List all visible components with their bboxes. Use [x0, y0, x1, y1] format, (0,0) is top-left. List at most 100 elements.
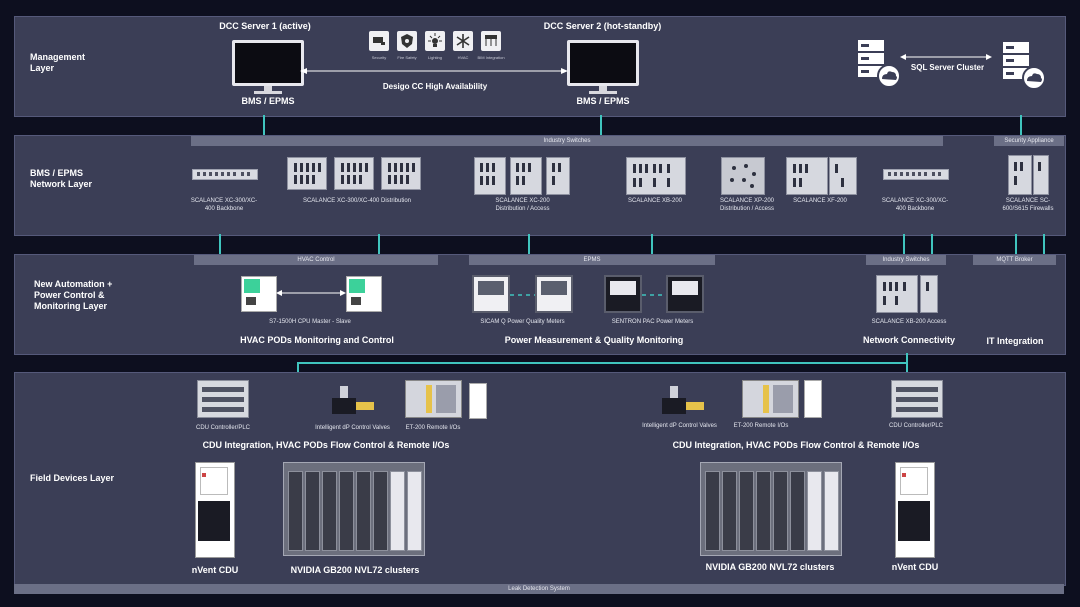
- et200-left-device: [405, 380, 462, 418]
- xc300-backbone-right-switch: [883, 169, 949, 180]
- cpu-master-device: [241, 276, 277, 312]
- sentron-link: [642, 294, 666, 296]
- valve-right-label: Intelligent dP Control Valves: [642, 423, 717, 429]
- server1-monitor: [232, 40, 304, 86]
- xb200-access-label: SCALANCE XB-200 Access: [871, 319, 947, 325]
- sentron-meter-1: [604, 275, 642, 313]
- xc300-distribution-switch-2: [334, 157, 374, 190]
- fire-safety-icon: [397, 31, 417, 51]
- connector-field-horizontal: [297, 362, 908, 364]
- sicam-meter-1: [472, 275, 510, 313]
- xf200-switch-2: [829, 157, 857, 195]
- cdu-integration-right-header: CDU Integration, HVAC PODs Flow Control …: [672, 440, 920, 450]
- cdu-controller-right-label: CDU Controller/PLC: [888, 423, 943, 429]
- connector-epms-left: [528, 234, 530, 254]
- industry-switches-bar: Industry Switches: [191, 136, 943, 146]
- cdu-controller-right: [891, 380, 943, 418]
- xb200-access-switch-1: [876, 275, 918, 313]
- xc200-label: SCALANCE XC-200 Distribution / Access: [495, 198, 550, 212]
- server1-monitor-base: [254, 91, 282, 94]
- et200-left-sensor: [469, 383, 487, 419]
- mqtt-broker-bar: MQTT Broker: [973, 255, 1056, 265]
- xb200-label: SCALANCE XB-200: [627, 198, 683, 204]
- sql-server-right-icon: [1003, 42, 1046, 90]
- bim-integration-caption: BIM Integration: [477, 55, 505, 60]
- power-measurement-header: Power Measurement & Quality Monitoring: [504, 335, 684, 345]
- sc600-firewall-2: [1033, 155, 1049, 195]
- et200-right-label: ET-200 Remote I/Os: [733, 423, 789, 429]
- xb200-switch: [626, 157, 686, 195]
- cpu-label: S7-1500H CPU Master - Slave: [269, 319, 351, 325]
- field-layer-title: Field Devices Layer: [30, 473, 115, 483]
- xf200-label: SCALANCE XF-200: [793, 198, 847, 204]
- nvidia-cluster-right: [700, 462, 842, 556]
- cdu-controller-left-label: CDU Controller/PLC: [195, 425, 250, 431]
- bim-integration-icon: [481, 31, 501, 51]
- valve-right-icon: [662, 386, 704, 414]
- sc600-firewall-1: [1008, 155, 1032, 195]
- cpu-slave-device: [346, 276, 382, 312]
- management-layer-title: Management Layer: [30, 52, 86, 73]
- nvidia-cluster-left: [283, 462, 425, 556]
- xb200-access-switch-2: [920, 275, 938, 313]
- nvent-cdu-right-label: nVent CDU: [891, 562, 939, 572]
- sql-label: SQL Server Cluster: [910, 63, 985, 72]
- server1-label: BMS / EPMS: [241, 96, 295, 106]
- leak-detection-bar: Leak Detection System: [14, 584, 1064, 594]
- valve-left-icon: [332, 386, 374, 414]
- xc300-distribution-switch-1: [287, 157, 327, 190]
- server2-label: BMS / EPMS: [576, 96, 630, 106]
- sicam-link: [510, 294, 535, 296]
- cdu-controller-left: [197, 380, 249, 418]
- connector-field-right: [906, 362, 908, 372]
- sicam-label: SICAM Q Power Quality Meters: [480, 319, 565, 325]
- sql-server-left-icon: [858, 40, 901, 88]
- automation-layer-title: New Automation + Power Control & Monitor…: [34, 279, 113, 311]
- connector-epms-right: [651, 234, 653, 254]
- nvidia-right-label: NVIDIA GB200 NVL72 clusters: [705, 562, 835, 572]
- security-appliance-bar: Security Appliance: [994, 136, 1064, 146]
- nvent-cdu-left: [195, 462, 235, 558]
- xc300-backbone-right-label: SCALANCE XC-300/XC-400 Backbone: [881, 198, 949, 212]
- epms-bar: EPMS: [469, 255, 715, 265]
- it-integration-header: IT Integration: [986, 336, 1044, 346]
- sentron-meter-2: [666, 275, 704, 313]
- xp200-label: SCALANCE XP-200 Distribution / Access: [719, 198, 775, 212]
- xf200-switch-1: [786, 157, 828, 195]
- xc300-distribution-switch-3: [381, 157, 421, 190]
- connector-mqtt-left: [1015, 234, 1017, 254]
- nvent-cdu-left-label: nVent CDU: [191, 565, 239, 575]
- sc600-label: SCALANCE SC-600/S615 Firewalls: [1002, 198, 1054, 212]
- security-icon: [369, 31, 389, 51]
- xc200-switch-1: [474, 157, 506, 195]
- valve-left-label: Intelligent dP Control Valves: [315, 425, 390, 431]
- server1-title: DCC Server 1 (active): [219, 21, 311, 31]
- connector-server2: [600, 115, 602, 135]
- nvent-cdu-right: [895, 462, 935, 558]
- ha-label: Desigo CC High Availability: [382, 82, 488, 91]
- ha-arrow: [300, 68, 568, 74]
- xc300-backbone-left-label: SCALANCE XC-300/XC-400 Backbone: [190, 198, 258, 212]
- connector-hvac-left: [219, 234, 221, 254]
- hvac-control-bar: HVAC Control: [194, 255, 438, 265]
- server2-monitor-base: [589, 91, 617, 94]
- xc200-switch-3: [546, 157, 570, 195]
- xc200-switch-2: [510, 157, 542, 195]
- hvac-pods-header: HVAC PODs Monitoring and Control: [240, 335, 394, 345]
- hvac-icon: [453, 31, 473, 51]
- connector-server1: [263, 115, 265, 135]
- lighting-icon: [425, 31, 445, 51]
- network-connectivity-header: Network Connectivity: [862, 335, 956, 345]
- et200-right-sensor: [804, 380, 822, 418]
- connector-sql: [1020, 115, 1022, 135]
- connector-switches-right: [931, 234, 933, 254]
- sicam-meter-2: [535, 275, 573, 313]
- et200-left-label: ET-200 Remote I/Os: [405, 425, 461, 431]
- connector-mqtt-right: [1043, 234, 1045, 254]
- server2-title: DCC Server 2 (hot-standby): [543, 21, 662, 31]
- connector-hvac-right: [378, 234, 380, 254]
- xc300-distribution-label: SCALANCE XC-300/XC-400 Distribution: [302, 198, 412, 204]
- sql-cluster-arrow: [900, 54, 992, 60]
- et200-right-device: [742, 380, 799, 418]
- server2-monitor: [567, 40, 639, 86]
